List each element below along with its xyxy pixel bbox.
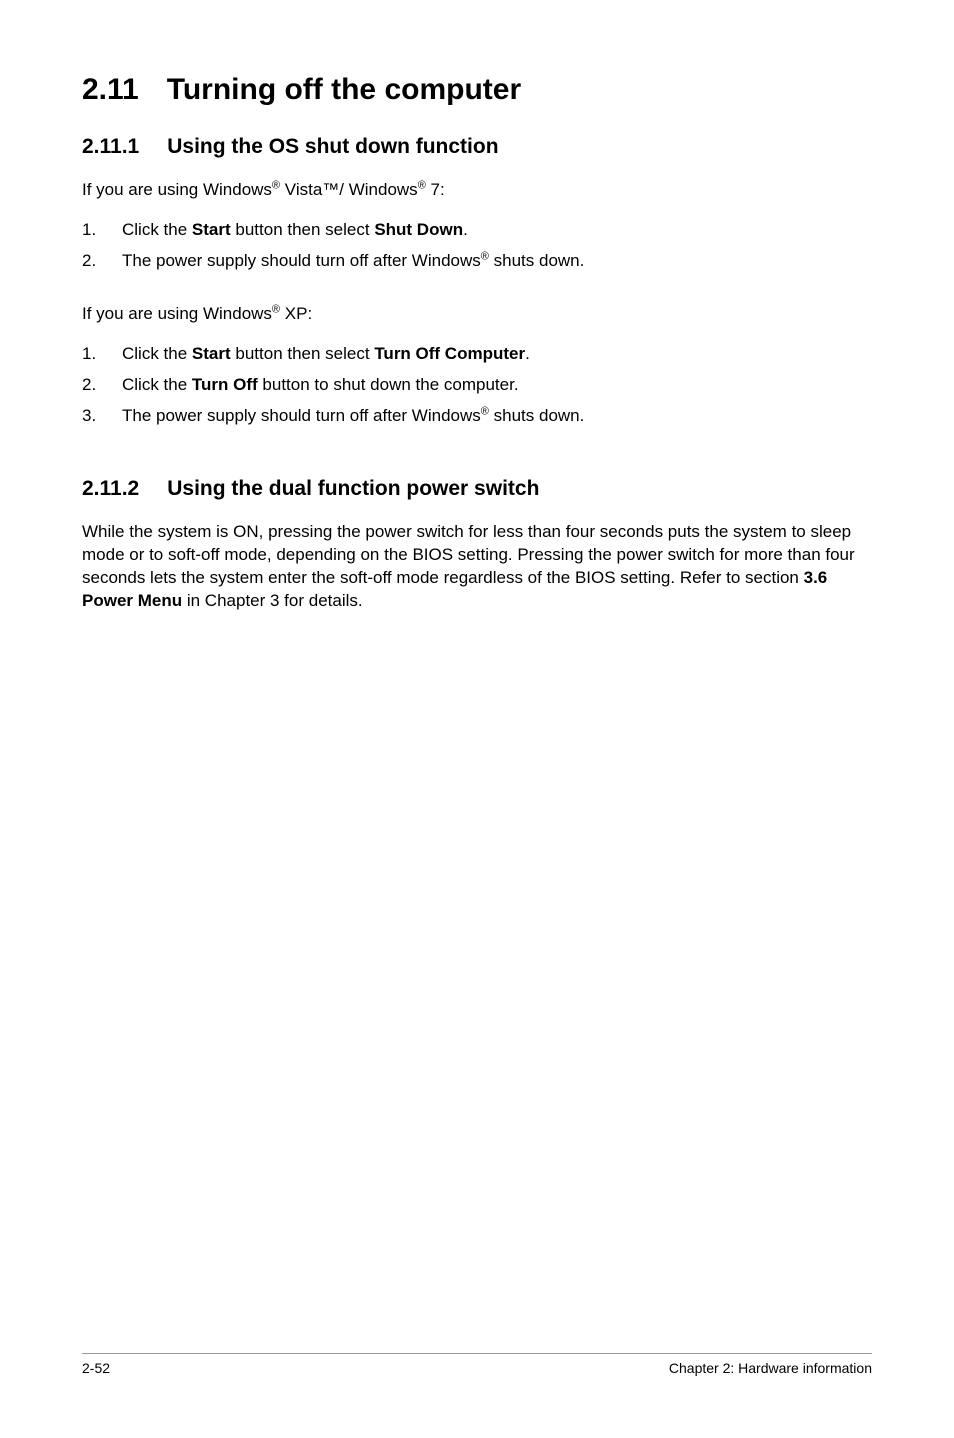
subsection-heading: 2.11.1 Using the OS shut down function <box>82 134 872 159</box>
subsection-number: 2.11.1 <box>82 134 139 159</box>
step-number: 3. <box>82 404 122 429</box>
bold-text: Start <box>192 344 231 363</box>
text: 7: <box>426 180 445 199</box>
registered-symbol: ® <box>272 180 280 192</box>
subsection-title: Using the dual function power switch <box>167 477 539 500</box>
step-number: 2. <box>82 373 122 398</box>
text: . <box>525 344 530 363</box>
bold-text: Turn Off Computer <box>374 344 525 363</box>
registered-symbol: ® <box>481 250 489 262</box>
step-text: The power supply should turn off after W… <box>122 404 584 429</box>
text: Click the <box>122 375 192 394</box>
text: shuts down. <box>489 251 584 270</box>
text: Vista™/ Windows <box>280 180 418 199</box>
ordered-list: 1. Click the Start button then select Sh… <box>82 218 872 273</box>
page-footer: 2-52 Chapter 2: Hardware information <box>82 1353 872 1376</box>
text: in Chapter 3 for details. <box>182 591 362 610</box>
registered-symbol: ® <box>272 304 280 316</box>
text: The power supply should turn off after W… <box>122 406 481 425</box>
step-number: 1. <box>82 342 122 367</box>
paragraph: If you are using Windows® XP: <box>82 303 872 326</box>
step-number: 2. <box>82 249 122 274</box>
list-item: 2. The power supply should turn off afte… <box>82 249 872 274</box>
list-item: 1. Click the Start button then select Tu… <box>82 342 872 367</box>
text: If you are using Windows <box>82 304 272 323</box>
text: button then select <box>231 220 375 239</box>
step-text: The power supply should turn off after W… <box>122 249 584 274</box>
text: Click the <box>122 344 192 363</box>
step-text: Click the Start button then select Turn … <box>122 342 530 367</box>
ordered-list: 1. Click the Start button then select Tu… <box>82 342 872 428</box>
paragraph: If you are using Windows® Vista™/ Window… <box>82 179 872 202</box>
text: If you are using Windows <box>82 180 272 199</box>
page-number: 2-52 <box>82 1360 110 1376</box>
bold-text: Shut Down <box>374 220 463 239</box>
paragraph: While the system is ON, pressing the pow… <box>82 521 872 613</box>
chapter-label: Chapter 2: Hardware information <box>669 1360 872 1376</box>
section-number: 2.11 <box>82 72 139 108</box>
text: Click the <box>122 220 192 239</box>
step-text: Click the Start button then select Shut … <box>122 218 468 243</box>
text: The power supply should turn off after W… <box>122 251 481 270</box>
bold-text: Turn Off <box>192 375 258 394</box>
subsection-heading: 2.11.2 Using the dual function power swit… <box>82 476 872 501</box>
text: While the system is ON, pressing the pow… <box>82 522 855 587</box>
text: XP: <box>280 304 312 323</box>
section-title: Turning off the computer <box>167 73 521 106</box>
text: button to shut down the computer. <box>258 375 519 394</box>
section-heading: 2.11 Turning off the computer <box>82 72 872 108</box>
step-number: 1. <box>82 218 122 243</box>
list-item: 3. The power supply should turn off afte… <box>82 404 872 429</box>
list-item: 1. Click the Start button then select Sh… <box>82 218 872 243</box>
registered-symbol: ® <box>481 405 489 417</box>
subsection-title: Using the OS shut down function <box>167 135 498 158</box>
text: button then select <box>231 344 375 363</box>
bold-text: Start <box>192 220 231 239</box>
text: shuts down. <box>489 406 584 425</box>
list-item: 2. Click the Turn Off button to shut dow… <box>82 373 872 398</box>
subsection-number: 2.11.2 <box>82 476 139 501</box>
text: . <box>463 220 468 239</box>
step-text: Click the Turn Off button to shut down t… <box>122 373 519 398</box>
registered-symbol: ® <box>418 180 426 192</box>
